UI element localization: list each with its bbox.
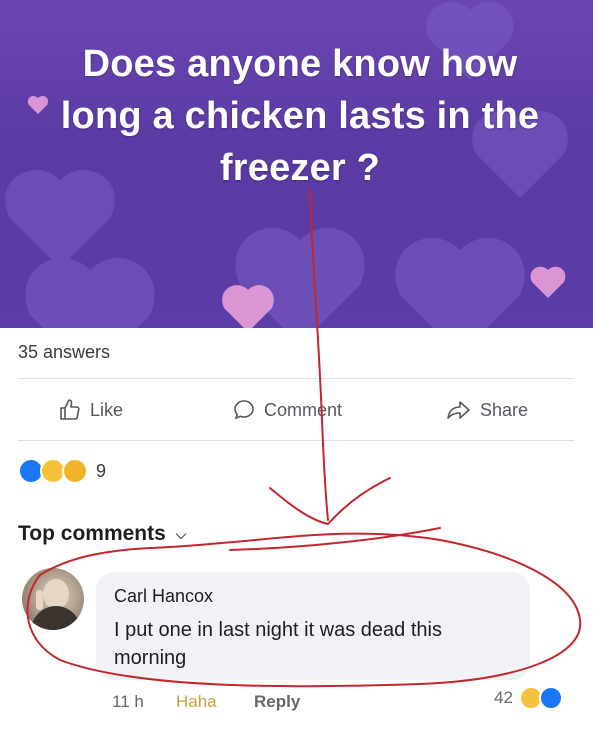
comment-reactions[interactable]: 42 bbox=[494, 686, 563, 710]
chevron-down-icon: ⌵ bbox=[175, 525, 187, 542]
comment-author[interactable]: Carl Hancox bbox=[114, 586, 213, 607]
divider bbox=[18, 378, 574, 379]
comment-reaction-button[interactable]: Haha bbox=[176, 692, 217, 712]
share-button[interactable]: Share bbox=[446, 398, 528, 422]
comment-label: Comment bbox=[264, 399, 343, 420]
share-icon bbox=[447, 401, 470, 419]
reaction-count: 9 bbox=[96, 460, 107, 481]
top-comments-filter[interactable]: Top comments ⌵ bbox=[18, 522, 186, 546]
wow-icon bbox=[62, 458, 88, 484]
post-banner: Does anyone know how long a chicken last… bbox=[0, 0, 593, 328]
reply-button[interactable]: Reply bbox=[254, 692, 300, 712]
answers-count[interactable]: 35 answers bbox=[18, 342, 110, 363]
divider bbox=[18, 440, 574, 441]
share-label: Share bbox=[480, 399, 529, 420]
like-label: Like bbox=[90, 399, 124, 420]
comment-icon bbox=[234, 400, 254, 420]
like-icon bbox=[538, 686, 563, 710]
like-button[interactable]: Like bbox=[58, 398, 123, 422]
comment-button[interactable]: Comment bbox=[232, 398, 342, 422]
thumbs-up-icon bbox=[60, 399, 80, 420]
comment-bubble: Carl Hancox I put one in last night it w… bbox=[96, 572, 530, 680]
comment-reaction-count: 42 bbox=[494, 688, 513, 707]
top-comments-label: Top comments bbox=[18, 522, 166, 545]
reaction-summary[interactable]: 9 bbox=[18, 458, 106, 484]
avatar[interactable] bbox=[22, 568, 84, 630]
comment-text: I put one in last night it was dead this… bbox=[114, 619, 442, 669]
comment-time[interactable]: 11 h bbox=[112, 692, 144, 712]
post-title: Does anyone know how long a chicken last… bbox=[60, 43, 540, 189]
avatar-image bbox=[30, 579, 82, 630]
